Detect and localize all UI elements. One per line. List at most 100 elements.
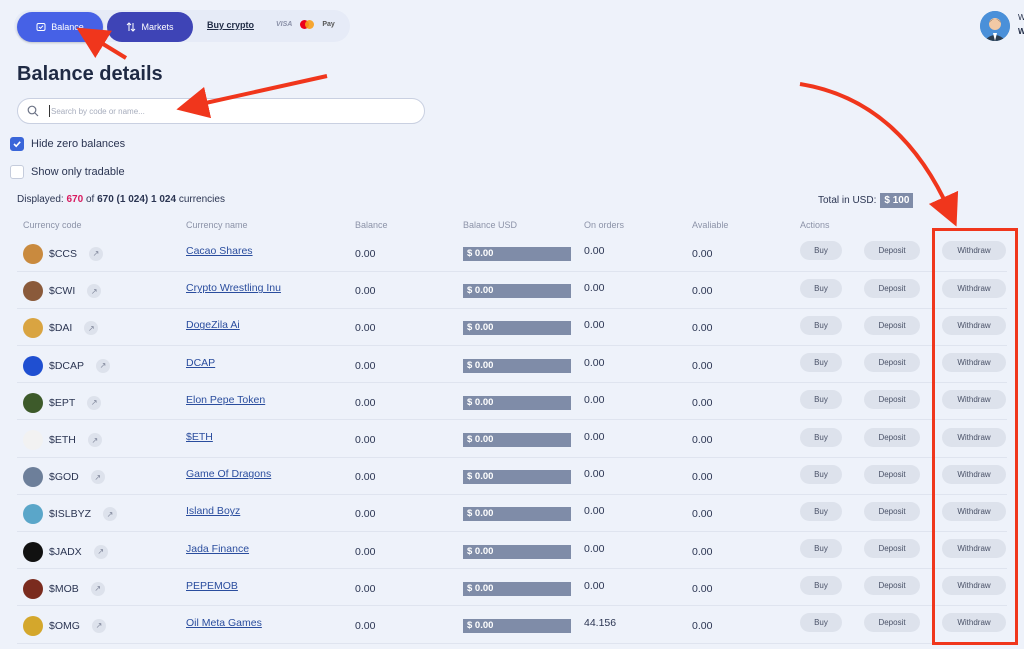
deposit-button[interactable]: Deposit — [864, 576, 920, 596]
cell-currency-code: $CWI ↗ — [17, 271, 180, 309]
buy-crypto-link[interactable]: Buy crypto — [207, 20, 254, 30]
cell-deposit: Deposit — [858, 494, 936, 533]
search-input[interactable] — [49, 105, 389, 117]
user-avatar[interactable] — [980, 11, 1010, 41]
table-row: $CWI ↗ Crypto Wrestling Inu 0.00 $ 0.00 0.00 0… — [17, 271, 1008, 309]
deposit-button[interactable]: Deposit — [864, 353, 920, 373]
withdraw-button[interactable]: Withdraw — [942, 613, 1006, 633]
currency-name-link[interactable]: PEPEMOB — [186, 580, 238, 592]
buy-button[interactable]: Buy — [800, 390, 842, 410]
cell-on-orders: 0.00 — [578, 382, 686, 421]
cell-balance: 0.00 — [349, 308, 457, 347]
hide-zero-checkbox[interactable] — [10, 137, 24, 151]
cell-available: 0.00 — [686, 568, 794, 607]
currency-name-link[interactable]: Oil Meta Games — [186, 617, 262, 629]
cell-currency-code: $ETH ↗ — [17, 419, 180, 458]
on-orders-value: 0.00 — [584, 542, 605, 555]
withdraw-button[interactable]: Withdraw — [942, 353, 1006, 373]
currency-name-link[interactable]: Crypto Wrestling Inu — [186, 282, 281, 294]
buy-button[interactable]: Buy — [800, 464, 842, 484]
cell-on-orders: 0.00 — [578, 234, 686, 272]
buy-button[interactable]: Buy — [800, 241, 842, 261]
coin-logo-icon — [23, 430, 43, 451]
pin-icon[interactable]: ↗ — [84, 321, 99, 336]
header-on-orders: On orders — [584, 220, 625, 230]
withdraw-button[interactable]: Withdraw — [942, 539, 1006, 559]
on-orders-value: 0.00 — [584, 282, 605, 295]
pin-icon[interactable]: ↗ — [96, 358, 111, 373]
pin-icon[interactable]: ↗ — [89, 246, 104, 261]
balance-usd-value: $ 0.00 — [463, 358, 571, 373]
cell-balance-usd: $ 0.00 — [457, 308, 578, 347]
cell-balance-usd: $ 0.00 — [457, 382, 578, 421]
withdraw-button[interactable]: Withdraw — [942, 427, 1006, 447]
deposit-button[interactable]: Deposit — [864, 390, 920, 410]
deposit-button[interactable]: Deposit — [864, 613, 920, 633]
currency-name-link[interactable]: Elon Pepe Token — [186, 394, 265, 406]
buy-button[interactable]: Buy — [800, 576, 842, 596]
currency-name-link[interactable]: DogeZila Ai — [186, 319, 240, 331]
markets-tab[interactable]: Markets — [107, 12, 193, 42]
cell-available: 0.00 — [686, 531, 794, 570]
deposit-button[interactable]: Deposit — [864, 315, 920, 335]
show-only-tradable-toggle[interactable]: Show only tradable — [10, 165, 125, 179]
currency-name-link[interactable]: Cacao Shares — [186, 245, 253, 257]
cell-withdraw: Withdraw — [936, 419, 1008, 458]
deposit-button[interactable]: Deposit — [864, 464, 920, 484]
pin-icon[interactable]: ↗ — [87, 433, 102, 448]
buy-button[interactable]: Buy — [800, 501, 842, 521]
pin-icon[interactable]: ↗ — [90, 581, 105, 596]
withdraw-button[interactable]: Withdraw — [942, 315, 1006, 335]
pin-icon[interactable]: ↗ — [103, 507, 118, 522]
cell-deposit: Deposit — [858, 568, 936, 607]
pin-icon[interactable]: ↗ — [93, 544, 108, 559]
currency-name-link[interactable]: Jada Finance — [186, 543, 249, 555]
cell-available: 0.00 — [686, 382, 794, 421]
pin-icon[interactable]: ↗ — [91, 618, 106, 633]
buy-button[interactable]: Buy — [800, 613, 842, 633]
currency-name-link[interactable]: $ETH — [186, 431, 213, 443]
buy-button[interactable]: Buy — [800, 315, 842, 335]
withdraw-button[interactable]: Withdraw — [942, 278, 1006, 298]
withdraw-button[interactable]: Withdraw — [942, 501, 1006, 521]
table-row: $EPT ↗ Elon Pepe Token 0.00 $ 0.00 0.00 0.00 Bu… — [17, 382, 1008, 421]
pin-icon[interactable]: ↗ — [87, 284, 102, 299]
withdraw-button[interactable]: Withdraw — [942, 390, 1006, 410]
balance-tab[interactable]: Balance — [17, 12, 103, 42]
balance-table: Currency code Currency name Balance Bala… — [17, 216, 1008, 644]
currencies-label: currencies — [178, 194, 225, 205]
buy-button[interactable]: Buy — [800, 278, 842, 298]
deposit-button[interactable]: Deposit — [864, 427, 920, 447]
cell-buy: Buy — [794, 345, 858, 384]
pin-icon[interactable]: ↗ — [90, 470, 105, 485]
cell-currency-name: DogeZila Ai — [180, 308, 349, 347]
balance-usd-value: $ 0.00 — [463, 507, 571, 522]
cell-currency-code: $GOD ↗ — [17, 457, 180, 495]
deposit-button[interactable]: Deposit — [864, 539, 920, 559]
currency-name-link[interactable]: Island Boyz — [186, 505, 240, 517]
cell-balance: 0.00 — [349, 234, 457, 272]
currency-code: $CCS — [49, 247, 78, 260]
cell-on-orders: 44.156 — [578, 605, 686, 644]
withdraw-button[interactable]: Withdraw — [942, 241, 1006, 261]
deposit-button[interactable]: Deposit — [864, 278, 920, 298]
deposit-button[interactable]: Deposit — [864, 501, 920, 521]
buy-button[interactable]: Buy — [800, 353, 842, 373]
hide-zero-balances-toggle[interactable]: Hide zero balances — [10, 137, 125, 151]
cell-deposit: Deposit — [858, 382, 936, 421]
currency-name-link[interactable]: Game Of Dragons — [186, 468, 271, 480]
only-tradable-checkbox[interactable] — [10, 165, 24, 179]
withdraw-button[interactable]: Withdraw — [942, 464, 1006, 484]
buy-button[interactable]: Buy — [800, 539, 842, 559]
currency-name-link[interactable]: DCAP — [186, 357, 215, 369]
cell-available: 0.00 — [686, 234, 794, 272]
pin-icon[interactable]: ↗ — [87, 395, 102, 410]
withdraw-button[interactable]: Withdraw — [942, 576, 1006, 596]
deposit-button[interactable]: Deposit — [864, 241, 920, 261]
balance-usd-value: $ 0.00 — [463, 544, 571, 559]
cell-currency-name: Crypto Wrestling Inu — [180, 271, 349, 309]
table-row: $OMG ↗ Oil Meta Games 0.00 $ 0.00 44.156 0.00 B… — [17, 605, 1008, 644]
cell-deposit: Deposit — [858, 457, 936, 495]
buy-button[interactable]: Buy — [800, 427, 842, 447]
cell-balance-usd: $ 0.00 — [457, 234, 578, 272]
